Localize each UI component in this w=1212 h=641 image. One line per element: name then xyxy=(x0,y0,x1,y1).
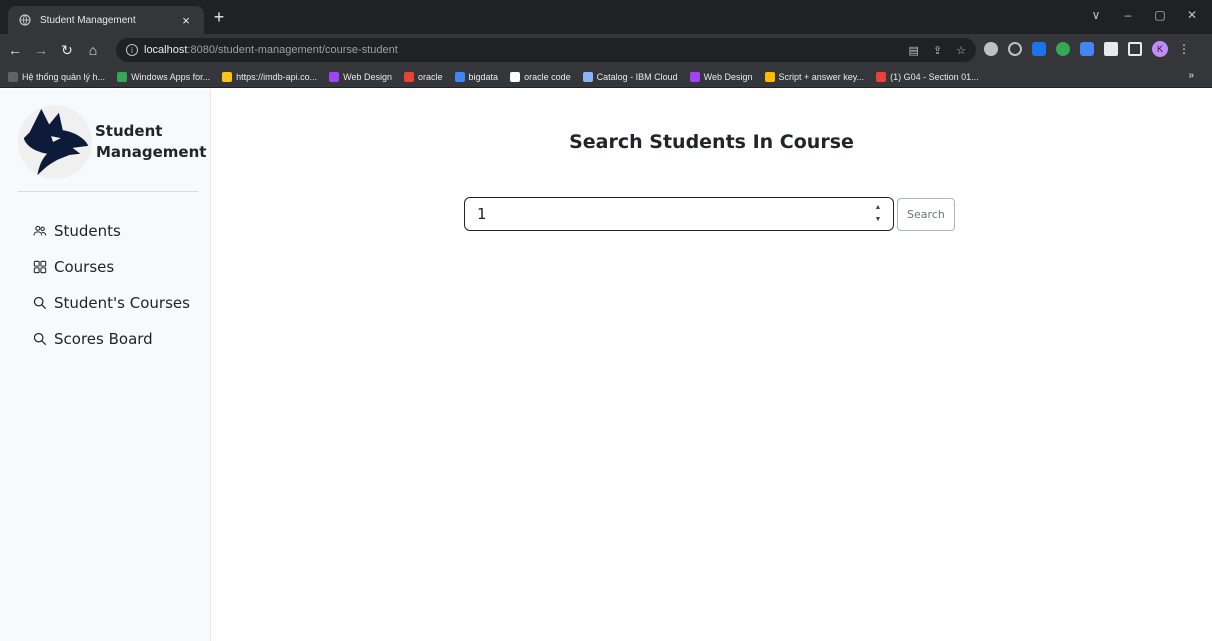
bookmarks-overflow-icon[interactable]: » xyxy=(1188,70,1194,81)
tab-search-icon[interactable]: ∨ xyxy=(1082,6,1110,24)
home-icon[interactable]: ⌂ xyxy=(82,42,104,58)
extension-green-icon[interactable] xyxy=(1056,42,1070,56)
brand-line-1: Student xyxy=(95,122,163,140)
minimize-button[interactable]: – xyxy=(1114,6,1142,24)
sidebar-item-label: Courses xyxy=(54,258,115,276)
close-tab-icon[interactable]: × xyxy=(178,13,194,28)
window-controls: ∨ – ▢ ✕ xyxy=(1082,6,1206,24)
share-icon[interactable]: ⇪ xyxy=(933,44,942,57)
bookmark-favicon-icon xyxy=(764,71,775,82)
bookmark-label: Web Design xyxy=(703,71,753,82)
bookmark-label: oracle xyxy=(418,71,443,82)
bookmark-favicon-icon xyxy=(117,71,128,82)
side-panel-icon[interactable] xyxy=(1128,42,1142,56)
browser-toolbar: ← → ↻ ⌂ i localhost :8080/student-manage… xyxy=(0,34,1212,66)
omnibox-actions: ▤ ⇪ ☆ xyxy=(909,44,967,57)
forward-arrow-icon[interactable]: → xyxy=(30,42,52,58)
close-window-button[interactable]: ✕ xyxy=(1178,6,1206,24)
bookmark-label: https://imdb-api.co... xyxy=(236,71,318,82)
globe-icon xyxy=(18,13,32,27)
restore-button[interactable]: ▢ xyxy=(1146,6,1174,24)
sidebar-item-label: Scores Board xyxy=(54,330,153,348)
bookmark-label: oracle code xyxy=(524,71,571,82)
bookmark-item[interactable]: Web Design xyxy=(329,71,393,82)
site-info-icon[interactable]: i xyxy=(126,44,138,56)
bookmark-favicon-icon xyxy=(582,71,593,82)
search-icon xyxy=(32,295,48,311)
translate-icon[interactable]: ▤ xyxy=(909,44,919,57)
bookmark-label: bigdata xyxy=(468,71,499,82)
sidebar-item-label: Student's Courses xyxy=(54,294,190,312)
url-path: :8080/student-management/course-student xyxy=(187,44,398,56)
bookmark-item[interactable]: bigdata xyxy=(454,71,499,82)
bookmark-label: Windows Apps for... xyxy=(131,71,211,82)
extension-blue-icon[interactable] xyxy=(1032,42,1046,56)
sidebar-item-label: Students xyxy=(54,222,121,240)
grid-icon xyxy=(32,259,48,275)
bookmark-item[interactable]: Script + answer key... xyxy=(764,71,865,82)
extensions-bar: K ⋮ xyxy=(984,41,1190,57)
main-content: Search Students In Course 1 ▲ ▼ Search xyxy=(211,89,1212,641)
sidebar-item-students[interactable]: Students xyxy=(32,213,190,249)
bookmark-label: Web Design xyxy=(343,71,393,82)
bookmark-favicon-icon xyxy=(404,71,415,82)
bookmark-favicon-icon xyxy=(454,71,465,82)
brand-line-2: Management xyxy=(96,143,207,161)
sidebar-item-scores-board[interactable]: Scores Board xyxy=(32,321,190,357)
brand-name: Student Management xyxy=(95,121,207,163)
extension-record-icon[interactable] xyxy=(1008,42,1022,56)
bookmark-favicon-icon xyxy=(876,71,887,82)
wolf-logo-icon xyxy=(17,104,93,180)
search-icon xyxy=(32,331,48,347)
reload-icon[interactable]: ↻ xyxy=(56,42,78,59)
number-spinner[interactable]: ▲ ▼ xyxy=(871,203,885,225)
bookmark-label: Hệ thống quản lý h... xyxy=(22,71,106,82)
sidebar-item-students-courses[interactable]: Student's Courses xyxy=(32,285,190,321)
browser-tab[interactable]: Student Management × xyxy=(8,6,204,34)
extension-badge-icon[interactable] xyxy=(1080,42,1094,56)
spin-down-icon[interactable]: ▼ xyxy=(875,215,882,225)
tab-title: Student Management xyxy=(40,14,136,26)
bookmark-label: Catalog - IBM Cloud xyxy=(596,71,678,82)
course-id-value: 1 xyxy=(477,205,487,223)
spin-up-icon[interactable]: ▲ xyxy=(875,203,882,213)
new-tab-button[interactable]: + xyxy=(210,8,228,26)
bookmark-item[interactable]: Catalog - IBM Cloud xyxy=(582,71,678,82)
bookmark-favicon-icon xyxy=(689,71,700,82)
search-form: 1 ▲ ▼ Search xyxy=(464,197,955,231)
address-bar[interactable]: i localhost :8080/student-management/cou… xyxy=(116,38,976,62)
sidebar: Student Management Students Courses Stud… xyxy=(0,89,211,641)
bookmark-label: Script + answer key... xyxy=(778,71,865,82)
profile-avatar[interactable]: K xyxy=(1152,41,1168,57)
url-host: localhost xyxy=(144,44,188,56)
bookmark-star-icon[interactable]: ☆ xyxy=(956,44,966,57)
course-id-input[interactable]: 1 ▲ ▼ xyxy=(464,197,894,231)
bookmark-favicon-icon xyxy=(329,71,340,82)
bookmark-item[interactable]: https://imdb-api.co... xyxy=(222,71,318,82)
search-button[interactable]: Search xyxy=(897,197,955,231)
brand[interactable]: Student Management xyxy=(16,103,206,183)
bookmark-item[interactable]: Windows Apps for... xyxy=(117,71,211,82)
bookmark-item[interactable]: Web Design xyxy=(689,71,753,82)
bookmark-item[interactable]: Hệ thống quản lý h... xyxy=(8,71,106,82)
browser-tabstrip: Student Management × + ∨ – ▢ ✕ xyxy=(0,0,1212,34)
extension-gear-icon[interactable] xyxy=(984,42,998,56)
sidebar-item-courses[interactable]: Courses xyxy=(32,249,190,285)
bookmarks-bar: Hệ thống quản lý h... Windows Apps for...… xyxy=(0,66,1212,88)
sidebar-nav: Students Courses Student's Courses Score… xyxy=(32,213,190,357)
bookmark-favicon-icon xyxy=(510,71,521,82)
bookmark-favicon-icon xyxy=(8,71,18,82)
bookmark-item[interactable]: (1) G04 - Section 01... xyxy=(876,71,979,82)
back-arrow-icon[interactable]: ← xyxy=(4,42,26,58)
sidebar-divider xyxy=(18,191,198,192)
bookmark-label: (1) G04 - Section 01... xyxy=(890,71,979,82)
puzzle-icon[interactable] xyxy=(1104,42,1118,56)
menu-kebab-icon[interactable]: ⋮ xyxy=(1178,42,1190,56)
page-title: Search Students In Course xyxy=(569,131,854,153)
bookmark-favicon-icon xyxy=(222,71,233,82)
people-icon xyxy=(32,223,48,239)
bookmark-item[interactable]: oracle xyxy=(404,71,443,82)
bookmark-item[interactable]: oracle code xyxy=(510,71,571,82)
